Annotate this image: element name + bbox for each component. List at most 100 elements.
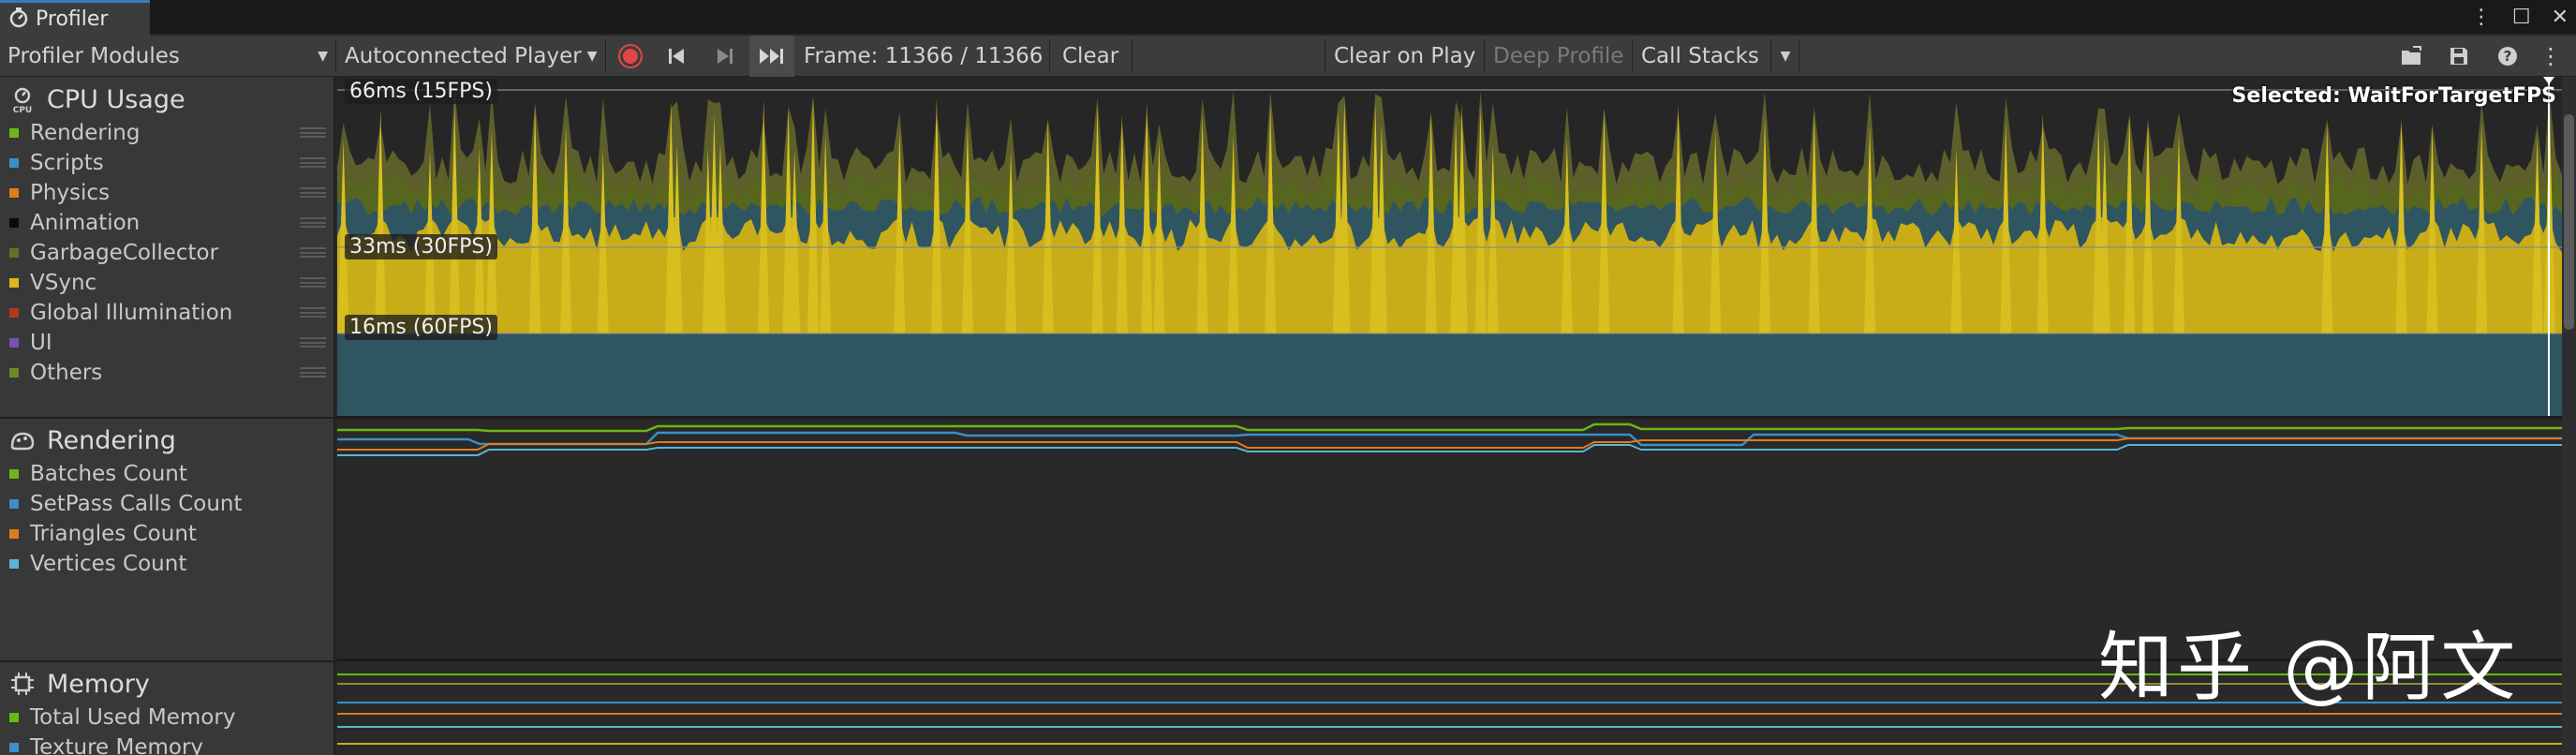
cpu-usage-chart[interactable] (337, 77, 2562, 416)
legend-color-swatch (9, 158, 19, 168)
legend-label: Texture Memory (30, 735, 204, 755)
legend-label: SetPass Calls Count (30, 492, 243, 516)
open-folder-icon (2402, 46, 2421, 65)
maximize-icon[interactable]: ☐ (2512, 6, 2531, 29)
next-frame-icon (718, 49, 733, 64)
legend-item[interactable]: Physics (0, 178, 335, 208)
toolbar-divider (1770, 39, 1771, 73)
legend-label: UI (30, 331, 52, 355)
toolbar-divider (1132, 39, 1133, 73)
legend-item[interactable]: Scripts (0, 148, 335, 178)
legend-item[interactable]: Global Illumination (0, 298, 335, 328)
svg-text:CPU: CPU (13, 106, 33, 113)
legend-color-swatch (9, 743, 19, 752)
memory-header[interactable]: Memory (0, 665, 335, 703)
help-button[interactable]: ? (2488, 36, 2527, 77)
toolbar-divider (1049, 39, 1050, 73)
more-options-icon[interactable]: ⋮ (2471, 6, 2492, 29)
clear-label: Clear (1062, 44, 1119, 68)
load-button[interactable] (2392, 36, 2432, 77)
legend-color-swatch (9, 469, 19, 479)
drag-handle-icon[interactable] (300, 337, 326, 348)
drag-handle-icon[interactable] (300, 217, 326, 228)
legend-item[interactable]: Texture Memory (0, 733, 335, 755)
drag-handle-icon[interactable] (300, 127, 326, 138)
profiler-icon (7, 7, 30, 33)
legend-item[interactable]: Vertices Count (0, 549, 335, 579)
legend-label: Vertices Count (30, 552, 187, 576)
close-icon[interactable]: ✕ (2552, 6, 2569, 29)
legend-color-swatch (9, 559, 19, 569)
legend-item[interactable]: Total Used Memory (0, 703, 335, 733)
drag-handle-icon[interactable] (300, 277, 326, 288)
legend-color-swatch (9, 499, 19, 509)
legend-color-swatch (9, 338, 19, 348)
deep-profile-label: Deep Profile (1493, 44, 1624, 68)
memory-chip-icon (7, 669, 37, 699)
call-stacks-dropdown[interactable]: ▼ (1772, 36, 1799, 77)
deep-profile-toggle[interactable]: Deep Profile (1486, 36, 1631, 77)
cpu-usage-module[interactable]: CPU CPU Usage Rendering Scripts Physics Ani… (0, 81, 335, 388)
more-menu-icon[interactable]: ⋮ (2537, 36, 2565, 77)
legend-label: Physics (30, 181, 111, 205)
profiler-modules-dropdown[interactable]: Profiler Modules ▼ (0, 36, 335, 77)
legend-color-swatch (9, 278, 19, 288)
legend-item[interactable]: VSync (0, 268, 335, 298)
drag-handle-icon[interactable] (300, 157, 326, 168)
legend-label: Others (30, 361, 103, 385)
drag-handle-icon[interactable] (300, 187, 326, 198)
memory-module[interactable]: Memory Total Used Memory Texture Memory (0, 665, 335, 755)
cpu-icon: CPU (7, 84, 37, 114)
memory-legend-list: Total Used Memory Texture Memory (0, 703, 335, 755)
player-dropdown[interactable]: Autoconnected Player ▼ (337, 36, 605, 77)
current-frame-icon (760, 49, 783, 64)
profiler-modules-label: Profiler Modules (7, 44, 180, 68)
tab-profiler[interactable]: Profiler (0, 0, 150, 36)
first-frame-button[interactable] (656, 36, 697, 77)
svg-text:?: ? (2504, 48, 2512, 65)
clear-button[interactable]: Clear (1055, 36, 1126, 77)
call-stacks-label: Call Stacks (1641, 44, 1759, 68)
legend-label: Scripts (30, 151, 104, 175)
legend-item[interactable]: Batches Count (0, 459, 335, 489)
drag-handle-icon[interactable] (300, 367, 326, 378)
legend-label: Triangles Count (30, 522, 197, 546)
legend-item[interactable]: Rendering (0, 118, 335, 148)
title-bar: Profiler ⋮ ☐ ✕ (0, 0, 2576, 36)
legend-color-swatch (9, 248, 19, 258)
module-divider (0, 660, 337, 662)
legend-item[interactable]: SetPass Calls Count (0, 489, 335, 519)
rendering-header[interactable]: Rendering (0, 422, 335, 459)
legend-item[interactable]: GarbageCollector (0, 238, 335, 268)
clear-on-play-toggle[interactable]: Clear on Play (1326, 36, 1483, 77)
record-button[interactable] (611, 36, 650, 77)
legend-item[interactable]: Others (0, 358, 335, 388)
call-stacks-toggle[interactable]: Call Stacks (1634, 36, 1767, 77)
scrollbar-thumb[interactable] (2564, 114, 2574, 330)
fps-label-30: 33ms (30FPS) (345, 234, 497, 259)
vertical-scrollbar[interactable] (2562, 77, 2576, 755)
drag-handle-icon[interactable] (300, 307, 326, 318)
legend-label: Global Illumination (30, 301, 233, 325)
fps-label-60: 16ms (60FPS) (345, 315, 497, 340)
save-icon (2450, 48, 2467, 65)
legend-color-swatch (9, 529, 19, 539)
next-frame-button[interactable] (704, 36, 746, 77)
tab-label: Profiler (36, 7, 109, 31)
legend-item[interactable]: Animation (0, 208, 335, 238)
legend-label: Rendering (30, 121, 141, 145)
toolbar-divider (605, 39, 606, 73)
current-frame-button[interactable] (749, 36, 794, 77)
legend-item[interactable]: UI (0, 328, 335, 358)
save-button[interactable] (2439, 36, 2479, 77)
frame-label: Frame: 11366 / 11366 (804, 44, 1044, 68)
dropdown-arrow-icon: ▼ (318, 49, 328, 64)
legend-label: Animation (30, 211, 141, 235)
drag-handle-icon[interactable] (300, 247, 326, 258)
legend-item[interactable]: Triangles Count (0, 519, 335, 549)
watermark: 知乎 @阿文 (2098, 624, 2520, 711)
rendering-module[interactable]: Rendering Batches Count SetPass Calls Cou… (0, 422, 335, 579)
legend-color-swatch (9, 188, 19, 198)
legend-color-swatch (9, 128, 19, 138)
cpu-usage-header[interactable]: CPU CPU Usage (0, 81, 335, 118)
